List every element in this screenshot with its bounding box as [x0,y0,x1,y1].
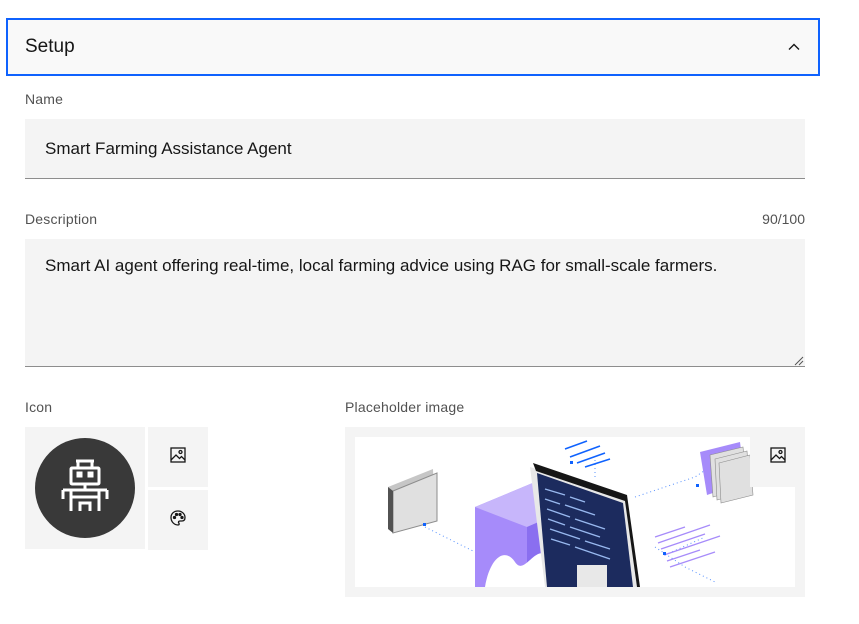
chevron-up-icon [786,39,802,55]
robot-icon [61,459,109,518]
name-label: Name [25,91,64,107]
placeholder-image-frame [345,427,805,597]
palette-icon [169,509,187,532]
accordion-title: Setup [25,36,75,57]
avatar [35,438,135,538]
color-palette-button[interactable] [148,490,208,550]
name-input[interactable] [25,119,805,179]
description-textarea[interactable]: Smart AI agent offering real-time, local… [25,239,805,367]
upload-placeholder-button[interactable] [750,427,805,487]
placeholder-image-label: Placeholder image [345,399,465,415]
image-icon [169,446,187,469]
setup-accordion-header[interactable]: Setup [6,18,820,76]
placeholder-illustration [355,437,795,587]
description-label: Description [25,211,98,227]
resize-handle-icon[interactable] [792,353,804,366]
image-icon [769,446,787,469]
upload-icon-button[interactable] [148,427,208,487]
icon-label: Icon [25,399,53,415]
character-counter: 90/100 [762,211,805,227]
icon-preview [25,427,145,549]
